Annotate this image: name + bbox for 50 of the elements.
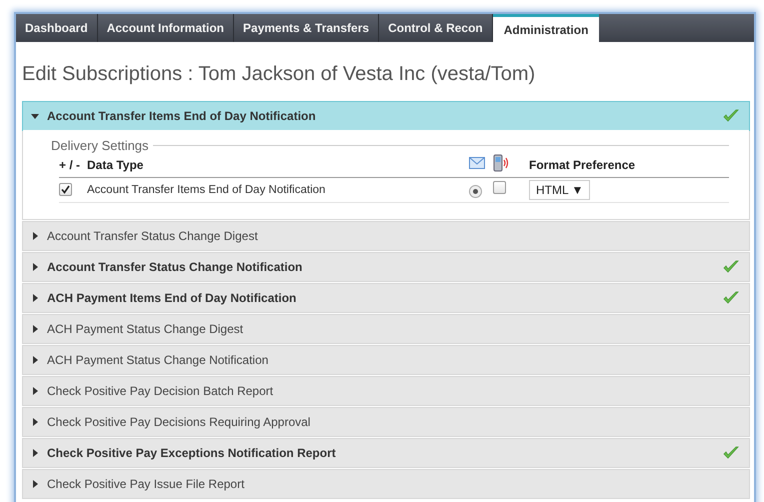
section-title: Check Positive Pay Decisions Requiring Approval (47, 415, 312, 429)
section-header[interactable]: Check Positive Pay Issue File Report (23, 470, 749, 498)
caret-icon (31, 294, 39, 302)
caret-icon (31, 418, 39, 426)
data-type-label: Account Transfer Items End of Day Notification (87, 184, 326, 196)
section-title: Account Transfer Status Change Digest (47, 229, 259, 243)
checkbox[interactable] (59, 183, 72, 196)
fieldset-legend: Delivery Settings (51, 138, 149, 153)
column-header: Format Preference (529, 158, 636, 172)
nav-tab[interactable]: Account Information (98, 14, 234, 42)
nav-tab[interactable]: Payments & Transfers (234, 14, 380, 42)
caret-icon (31, 449, 39, 457)
section-title: Check Positive Pay Exceptions Notification Report (47, 446, 337, 460)
caret-icon (31, 387, 39, 395)
section-header[interactable]: Account Transfer Status Change Digest (23, 222, 749, 250)
section-header[interactable]: Account Transfer Items End of Day Notification (22, 101, 750, 131)
section-header[interactable]: Check Positive Pay Decisions Requiring Approval (23, 408, 749, 436)
section-header[interactable]: Check Positive Pay Decision Batch Report (23, 377, 749, 405)
section-title: Account Transfer Status Change Notification (47, 260, 304, 274)
checkbox[interactable] (493, 181, 506, 194)
section-title: ACH Payment Status Change Notification (47, 353, 270, 367)
caret-icon (31, 232, 39, 240)
nav-tab[interactable]: Dashboard (16, 14, 98, 42)
section-title: Check Positive Pay Issue File Report (47, 477, 246, 491)
mobile-phone-icon (493, 154, 509, 172)
section-title: Check Positive Pay Decision Batch Report (47, 384, 274, 398)
section-title: ACH Payment Items End of Day Notification (47, 291, 298, 305)
caret-icon (31, 112, 39, 120)
checkmark-icon (723, 446, 739, 460)
nav-tab[interactable]: Administration (492, 14, 600, 42)
checkmark-icon (723, 260, 739, 274)
caret-icon (31, 325, 39, 333)
section-header[interactable]: ACH Payment Status Change Digest (23, 315, 749, 343)
radio-button[interactable] (469, 185, 482, 198)
section-header[interactable]: ACH Payment Status Change Notification (23, 346, 749, 374)
section-title: Account Transfer Items End of Day Notification (47, 109, 317, 123)
column-header: Data Type (87, 158, 144, 172)
caret-icon (31, 356, 39, 364)
column-header: + / - (59, 158, 82, 172)
format-dropdown[interactable]: HTML ▼ (529, 180, 590, 200)
section-header[interactable]: ACH Payment Items End of Day Notification (23, 284, 749, 312)
page-title: Edit Subscriptions : Tom Jackson of Vesta Inc (vesta/Tom) (21, 62, 536, 87)
caret-icon (31, 263, 39, 271)
checkmark-icon (723, 109, 739, 123)
checkmark-icon (723, 291, 739, 305)
section-title: ACH Payment Status Change Digest (47, 322, 244, 336)
caret-icon (31, 480, 39, 488)
section-header[interactable]: Check Positive Pay Exceptions Notification Report (23, 439, 749, 467)
section-header[interactable]: Account Transfer Status Change Notification (23, 253, 749, 281)
envelope-icon (469, 157, 485, 169)
